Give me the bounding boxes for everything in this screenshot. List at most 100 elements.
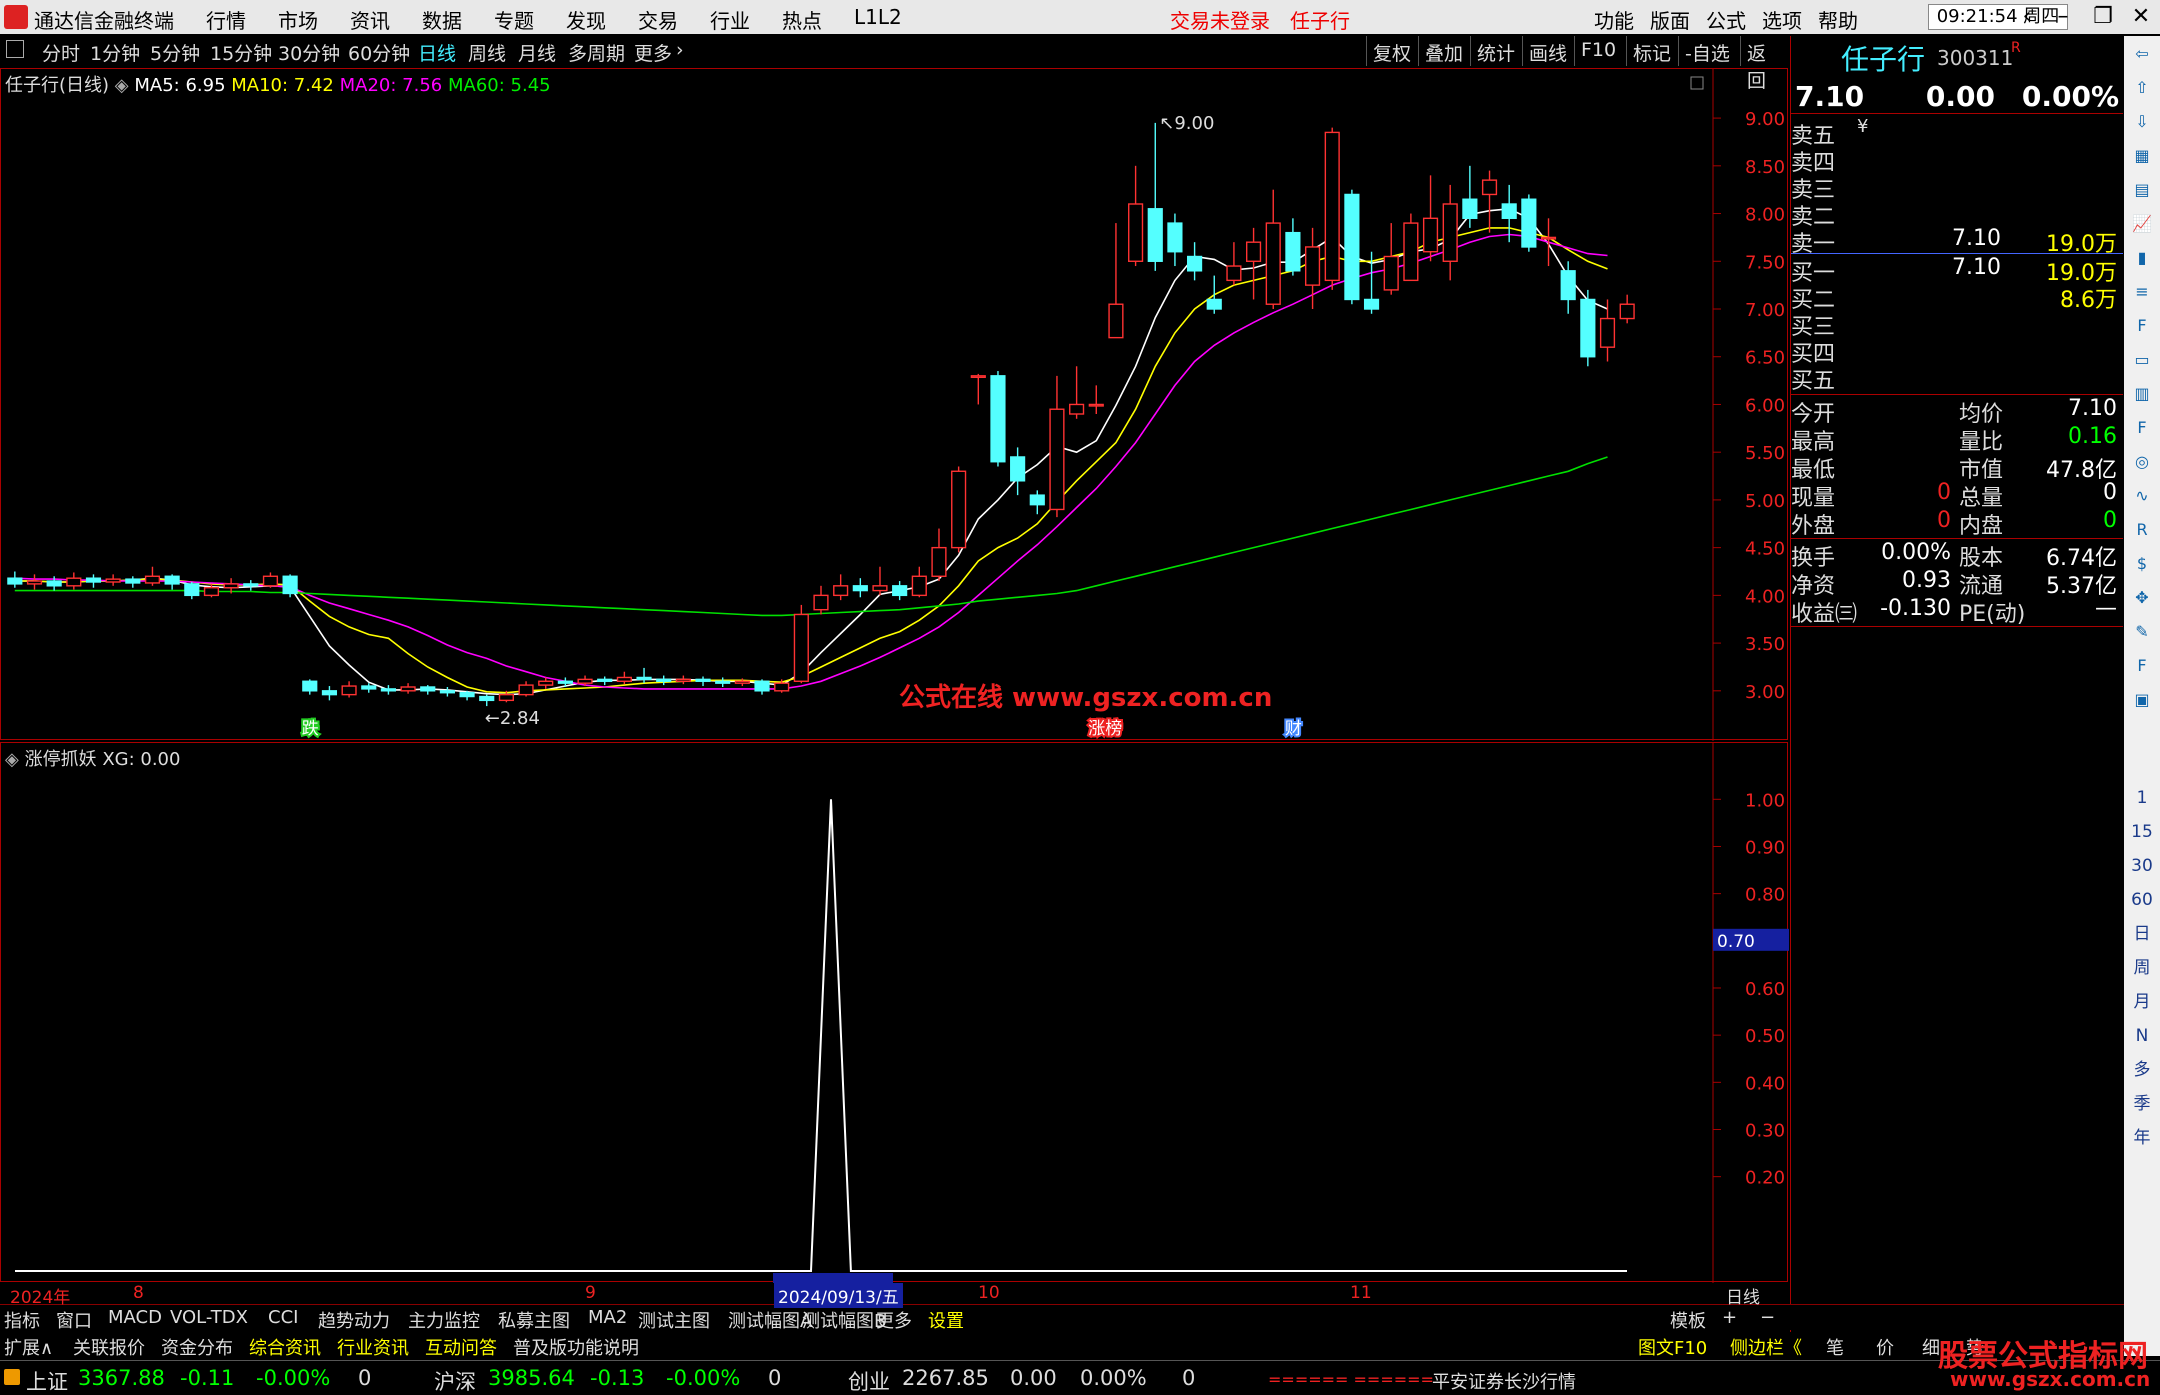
tab-indicator-3[interactable]: VOL-TDX: [170, 1307, 248, 1328]
menu-shuju[interactable]: 数据: [422, 5, 462, 34]
bid-row[interactable]: 买二 8.6万: [1791, 282, 2123, 313]
tab-indicator-5[interactable]: 趋势动力: [318, 1307, 390, 1333]
sidebar-period-5[interactable]: 周: [2128, 954, 2156, 982]
tool-fanhui[interactable]: 返回: [1740, 36, 1788, 92]
sidebar-period-9[interactable]: 季: [2128, 1090, 2156, 1118]
table-icon[interactable]: ▤: [2128, 176, 2156, 204]
bid-row[interactable]: 买三: [1791, 309, 2123, 340]
tool-huaxian[interactable]: 画线: [1522, 36, 1573, 66]
tab-ext-6[interactable]: 普及版功能说明: [513, 1334, 639, 1360]
tab-indicator-13[interactable]: 设置: [928, 1307, 964, 1333]
bid-row[interactable]: 买一 7.10 19.0万: [1791, 255, 2123, 286]
menu-gongshi[interactable]: 公式: [1706, 5, 1746, 34]
panel-toggle-icon[interactable]: [6, 40, 24, 58]
tab-indicator-9[interactable]: 测试主图: [638, 1307, 710, 1333]
sidebar-period-1[interactable]: 15: [2128, 818, 2156, 846]
minimize-icon[interactable]: –: [2046, 3, 2080, 31]
tab-template-0[interactable]: 模板: [1670, 1307, 1706, 1333]
event-marker[interactable]: 财: [1283, 717, 1304, 741]
image-icon[interactable]: ▣: [2128, 686, 2156, 714]
tab-indicator-11[interactable]: 测试幅图B: [802, 1307, 886, 1333]
period-30min[interactable]: 30分钟: [278, 39, 340, 66]
candle-icon[interactable]: ▮: [2128, 244, 2156, 272]
dollar-icon[interactable]: $: [2128, 550, 2156, 578]
grid-icon[interactable]: ▦: [2128, 142, 2156, 170]
tab-indicator-1[interactable]: 窗口: [56, 1307, 92, 1333]
tab-template-2[interactable]: −: [1760, 1307, 1775, 1328]
ask-row[interactable]: 卖三: [1791, 172, 2123, 203]
list-icon[interactable]: ≡: [2128, 278, 2156, 306]
move-icon[interactable]: ✥: [2128, 584, 2156, 612]
period-more[interactable]: 更多: [634, 39, 672, 66]
ask-row[interactable]: 卖二: [1791, 199, 2123, 230]
chart-settings-icon[interactable]: [1690, 76, 1704, 90]
period-month[interactable]: 月线: [518, 39, 556, 66]
period-15min[interactable]: 15分钟: [210, 39, 272, 66]
restore-icon[interactable]: ❐: [2086, 3, 2120, 31]
period-fenshi[interactable]: 分时: [42, 39, 80, 66]
tool-zixuan[interactable]: -自选: [1678, 36, 1736, 66]
login-status[interactable]: 交易未登录: [1170, 5, 1270, 34]
period-1min[interactable]: 1分钟: [90, 39, 140, 66]
f12-icon[interactable]: F: [2128, 414, 2156, 442]
index-cy-label[interactable]: 创业: [848, 1366, 890, 1395]
sidebar-period-8[interactable]: 多: [2128, 1056, 2156, 1084]
back-nav-icon[interactable]: ‹: [2010, 3, 2044, 31]
circle-icon[interactable]: ◎: [2128, 448, 2156, 476]
tab-ext-3[interactable]: 综合资讯: [249, 1334, 321, 1360]
menu-banmian[interactable]: 版面: [1650, 5, 1690, 34]
status-icon[interactable]: [4, 1369, 20, 1385]
wave-icon[interactable]: ∿: [2128, 482, 2156, 510]
close-icon[interactable]: ✕: [2124, 3, 2158, 31]
sidebar-period-7[interactable]: N: [2128, 1022, 2156, 1050]
tab-right-3[interactable]: 价: [1876, 1334, 1894, 1360]
menu-gongneng[interactable]: 功能: [1594, 5, 1634, 34]
line-chart-icon[interactable]: 📈: [2128, 210, 2156, 238]
book-icon[interactable]: ▥: [2128, 380, 2156, 408]
tab-template-1[interactable]: +: [1722, 1307, 1737, 1328]
index-sh-label[interactable]: 上证: [26, 1366, 68, 1395]
period-multi[interactable]: 多周期: [568, 39, 625, 66]
event-marker[interactable]: 涨榜: [1086, 717, 1124, 741]
rsi-icon[interactable]: R: [2128, 516, 2156, 544]
tool-tongji[interactable]: 统计: [1470, 36, 1521, 66]
menu-bangzhu[interactable]: 帮助: [1818, 5, 1858, 34]
sidebar-period-0[interactable]: 1: [2128, 784, 2156, 812]
ask-row[interactable]: 卖一 7.10 19.0万: [1791, 226, 2123, 257]
menu-faxian[interactable]: 发现: [566, 5, 606, 34]
tab-indicator-8[interactable]: MA2: [588, 1307, 627, 1328]
period-60min[interactable]: 60分钟: [348, 39, 410, 66]
pen-icon[interactable]: ✎: [2128, 618, 2156, 646]
tab-ext-1[interactable]: 关联报价: [73, 1334, 145, 1360]
menu-hangye[interactable]: 行业: [710, 5, 750, 34]
sidebar-period-4[interactable]: 日: [2128, 920, 2156, 948]
arrow-down-icon[interactable]: ⇩: [2128, 108, 2156, 136]
sidebar-period-6[interactable]: 月: [2128, 988, 2156, 1016]
tab-indicator-10[interactable]: 测试幅图A: [728, 1307, 812, 1333]
event-marker[interactable]: 跌: [300, 717, 321, 741]
tab-indicator-0[interactable]: 指标: [4, 1307, 40, 1333]
tool-f10[interactable]: F10: [1574, 36, 1622, 66]
chevron-right-icon[interactable]: ›: [676, 39, 684, 61]
menu-zhuanti[interactable]: 专题: [494, 5, 534, 34]
indicator-panel[interactable]: ◈ 涨停抓妖 XG: 0.00 1.000.900.800.700.600.50…: [0, 742, 1789, 1283]
doc-icon[interactable]: ▭: [2128, 346, 2156, 374]
tab-right-0[interactable]: 图文F10: [1638, 1334, 1707, 1360]
tab-ext-0[interactable]: 扩展∧: [4, 1334, 53, 1360]
tab-right-2[interactable]: 笔: [1826, 1334, 1844, 1360]
sidebar-period-10[interactable]: 年: [2128, 1124, 2156, 1152]
menu-hangqing[interactable]: 行情: [206, 5, 246, 34]
tab-ext-2[interactable]: 资金分布: [161, 1334, 233, 1360]
menu-zixun[interactable]: 资讯: [350, 5, 390, 34]
menu-shichang[interactable]: 市场: [278, 5, 318, 34]
tab-ext-5[interactable]: 互动问答: [425, 1334, 497, 1360]
menu-jiaoyi[interactable]: 交易: [638, 5, 678, 34]
tab-indicator-6[interactable]: 主力监控: [408, 1307, 480, 1333]
period-week[interactable]: 周线: [468, 39, 506, 66]
tab-indicator-7[interactable]: 私募主图: [498, 1307, 570, 1333]
ask-row[interactable]: 卖五 ¥: [1791, 116, 2123, 149]
tool-diejia[interactable]: 叠加: [1418, 36, 1469, 66]
arrow-left-icon[interactable]: ⇦: [2128, 40, 2156, 68]
tab-ext-4[interactable]: 行业资讯: [337, 1334, 409, 1360]
arrow-up-icon[interactable]: ⇧: [2128, 74, 2156, 102]
